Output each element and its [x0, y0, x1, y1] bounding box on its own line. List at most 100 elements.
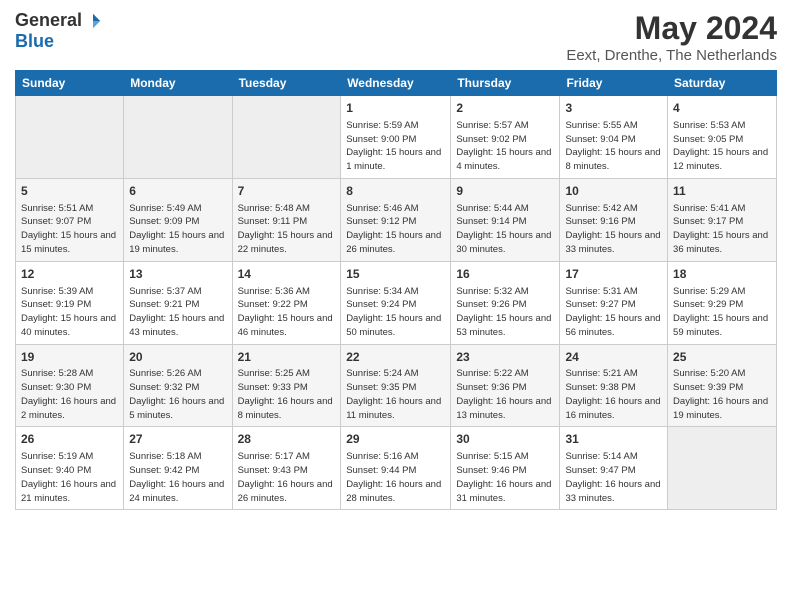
- day-info: Sunrise: 5:25 AM Sunset: 9:33 PM Dayligh…: [238, 367, 336, 422]
- logo-text: General: [15, 10, 102, 31]
- calendar-week-2: 5 Sunrise: 5:51 AM Sunset: 9:07 PM Daylig…: [16, 178, 777, 261]
- calendar-header-row: Sunday Monday Tuesday Wednesday Thursday…: [16, 71, 777, 96]
- calendar-cell: 9Sunrise: 5:44 AM Sunset: 9:14 PM Daylig…: [451, 178, 560, 261]
- header-saturday: Saturday: [668, 71, 777, 96]
- day-number: 9: [456, 183, 554, 200]
- calendar-week-1: 1 Sunrise: 5:59 AM Sunset: 9:00 PM Daylig…: [16, 96, 777, 179]
- day-number: 23: [456, 349, 554, 366]
- calendar-week-5: 26Sunrise: 5:19 AM Sunset: 9:40 PM Dayli…: [16, 427, 777, 510]
- calendar-cell: 28Sunrise: 5:17 AM Sunset: 9:43 PM Dayli…: [232, 427, 341, 510]
- calendar-cell: 10 Sunrise: 5:42 AM Sunset: 9:16 PM Dayli…: [560, 178, 668, 261]
- header-sunday: Sunday: [16, 71, 124, 96]
- calendar-cell: 31Sunrise: 5:14 AM Sunset: 9:47 PM Dayli…: [560, 427, 668, 510]
- header-thursday: Thursday: [451, 71, 560, 96]
- main-title: May 2024: [566, 10, 777, 47]
- logo-blue-text: Blue: [15, 31, 54, 52]
- logo: General Blue: [15, 10, 102, 52]
- header: General Blue May 2024 Eext, Drenthe, The…: [15, 10, 777, 64]
- day-number: 2: [456, 100, 554, 117]
- day-info: Sunrise: 5:29 AM Sunset: 9:29 PM Dayligh…: [673, 285, 771, 340]
- day-info: Sunrise: 5:26 AM Sunset: 9:32 PM Dayligh…: [129, 367, 226, 422]
- day-number: 10: [565, 183, 662, 200]
- day-info: Sunrise: 5:53 AM Sunset: 9:05 PM Dayligh…: [673, 119, 771, 174]
- day-number: 12: [21, 266, 118, 283]
- calendar-cell: 2 Sunrise: 5:57 AM Sunset: 9:02 PM Daylig…: [451, 96, 560, 179]
- page: General Blue May 2024 Eext, Drenthe, The…: [0, 0, 792, 612]
- day-number: 24: [565, 349, 662, 366]
- day-number: 30: [456, 431, 554, 448]
- calendar-cell: 21Sunrise: 5:25 AM Sunset: 9:33 PM Dayli…: [232, 344, 341, 427]
- day-info: Sunrise: 5:18 AM Sunset: 9:42 PM Dayligh…: [129, 450, 226, 505]
- day-info: Sunrise: 5:49 AM Sunset: 9:09 PM Dayligh…: [129, 202, 226, 257]
- day-info: Sunrise: 5:51 AM Sunset: 9:07 PM Dayligh…: [21, 202, 118, 257]
- calendar-cell: 7Sunrise: 5:48 AM Sunset: 9:11 PM Daylig…: [232, 178, 341, 261]
- calendar-cell: 20Sunrise: 5:26 AM Sunset: 9:32 PM Dayli…: [124, 344, 232, 427]
- logo-general: General: [15, 10, 82, 31]
- day-info: Sunrise: 5:32 AM Sunset: 9:26 PM Dayligh…: [456, 285, 554, 340]
- calendar-week-3: 12 Sunrise: 5:39 AM Sunset: 9:19 PM Dayli…: [16, 261, 777, 344]
- day-number: 4: [673, 100, 771, 117]
- day-number: 22: [346, 349, 445, 366]
- calendar-cell: 8Sunrise: 5:46 AM Sunset: 9:12 PM Daylig…: [341, 178, 451, 261]
- day-info: Sunrise: 5:36 AM Sunset: 9:22 PM Dayligh…: [238, 285, 336, 340]
- calendar-cell: 29Sunrise: 5:16 AM Sunset: 9:44 PM Dayli…: [341, 427, 451, 510]
- day-info: Sunrise: 5:21 AM Sunset: 9:38 PM Dayligh…: [565, 367, 662, 422]
- day-info: Sunrise: 5:19 AM Sunset: 9:40 PM Dayligh…: [21, 450, 118, 505]
- day-number: 5: [21, 183, 118, 200]
- header-friday: Friday: [560, 71, 668, 96]
- title-section: May 2024 Eext, Drenthe, The Netherlands: [566, 10, 777, 64]
- day-number: 6: [129, 183, 226, 200]
- subtitle: Eext, Drenthe, The Netherlands: [566, 47, 777, 64]
- day-number: 25: [673, 349, 771, 366]
- header-wednesday: Wednesday: [341, 71, 451, 96]
- calendar-cell: 14Sunrise: 5:36 AM Sunset: 9:22 PM Dayli…: [232, 261, 341, 344]
- calendar-cell: [124, 96, 232, 179]
- day-number: 20: [129, 349, 226, 366]
- calendar-cell: [16, 96, 124, 179]
- calendar-cell: 25Sunrise: 5:20 AM Sunset: 9:39 PM Dayli…: [668, 344, 777, 427]
- day-info: Sunrise: 5:28 AM Sunset: 9:30 PM Dayligh…: [21, 367, 118, 422]
- calendar-cell: 6 Sunrise: 5:49 AM Sunset: 9:09 PM Daylig…: [124, 178, 232, 261]
- day-number: 3: [565, 100, 662, 117]
- calendar-cell: 12 Sunrise: 5:39 AM Sunset: 9:19 PM Dayli…: [16, 261, 124, 344]
- calendar-week-4: 19Sunrise: 5:28 AM Sunset: 9:30 PM Dayli…: [16, 344, 777, 427]
- day-number: 19: [21, 349, 118, 366]
- calendar-cell: 18Sunrise: 5:29 AM Sunset: 9:29 PM Dayli…: [668, 261, 777, 344]
- calendar-cell: [668, 427, 777, 510]
- calendar-cell: [232, 96, 341, 179]
- day-info: Sunrise: 5:57 AM Sunset: 9:02 PM Dayligh…: [456, 119, 554, 174]
- day-info: Sunrise: 5:59 AM Sunset: 9:00 PM Dayligh…: [346, 119, 445, 174]
- day-info: Sunrise: 5:55 AM Sunset: 9:04 PM Dayligh…: [565, 119, 662, 174]
- day-info: Sunrise: 5:20 AM Sunset: 9:39 PM Dayligh…: [673, 367, 771, 422]
- calendar-cell: 5 Sunrise: 5:51 AM Sunset: 9:07 PM Daylig…: [16, 178, 124, 261]
- calendar-cell: 4 Sunrise: 5:53 AM Sunset: 9:05 PM Daylig…: [668, 96, 777, 179]
- day-number: 21: [238, 349, 336, 366]
- day-number: 17: [565, 266, 662, 283]
- day-info: Sunrise: 5:39 AM Sunset: 9:19 PM Dayligh…: [21, 285, 118, 340]
- calendar-cell: 30Sunrise: 5:15 AM Sunset: 9:46 PM Dayli…: [451, 427, 560, 510]
- calendar-cell: 24Sunrise: 5:21 AM Sunset: 9:38 PM Dayli…: [560, 344, 668, 427]
- day-info: Sunrise: 5:24 AM Sunset: 9:35 PM Dayligh…: [346, 367, 445, 422]
- calendar-cell: 19Sunrise: 5:28 AM Sunset: 9:30 PM Dayli…: [16, 344, 124, 427]
- day-info: Sunrise: 5:42 AM Sunset: 9:16 PM Dayligh…: [565, 202, 662, 257]
- day-info: Sunrise: 5:22 AM Sunset: 9:36 PM Dayligh…: [456, 367, 554, 422]
- calendar-cell: 1 Sunrise: 5:59 AM Sunset: 9:00 PM Daylig…: [341, 96, 451, 179]
- logo-blue: Blue: [15, 31, 54, 52]
- calendar-cell: 27 Sunrise: 5:18 AM Sunset: 9:42 PM Dayli…: [124, 427, 232, 510]
- day-info: Sunrise: 5:41 AM Sunset: 9:17 PM Dayligh…: [673, 202, 771, 257]
- calendar: Sunday Monday Tuesday Wednesday Thursday…: [15, 70, 777, 510]
- day-info: Sunrise: 5:16 AM Sunset: 9:44 PM Dayligh…: [346, 450, 445, 505]
- header-monday: Monday: [124, 71, 232, 96]
- day-info: Sunrise: 5:14 AM Sunset: 9:47 PM Dayligh…: [565, 450, 662, 505]
- calendar-cell: 3 Sunrise: 5:55 AM Sunset: 9:04 PM Daylig…: [560, 96, 668, 179]
- day-number: 11: [673, 183, 771, 200]
- day-number: 28: [238, 431, 336, 448]
- calendar-cell: 23Sunrise: 5:22 AM Sunset: 9:36 PM Dayli…: [451, 344, 560, 427]
- day-number: 15: [346, 266, 445, 283]
- day-number: 8: [346, 183, 445, 200]
- day-info: Sunrise: 5:31 AM Sunset: 9:27 PM Dayligh…: [565, 285, 662, 340]
- day-number: 1: [346, 100, 445, 117]
- day-info: Sunrise: 5:48 AM Sunset: 9:11 PM Dayligh…: [238, 202, 336, 257]
- header-tuesday: Tuesday: [232, 71, 341, 96]
- day-number: 27: [129, 431, 226, 448]
